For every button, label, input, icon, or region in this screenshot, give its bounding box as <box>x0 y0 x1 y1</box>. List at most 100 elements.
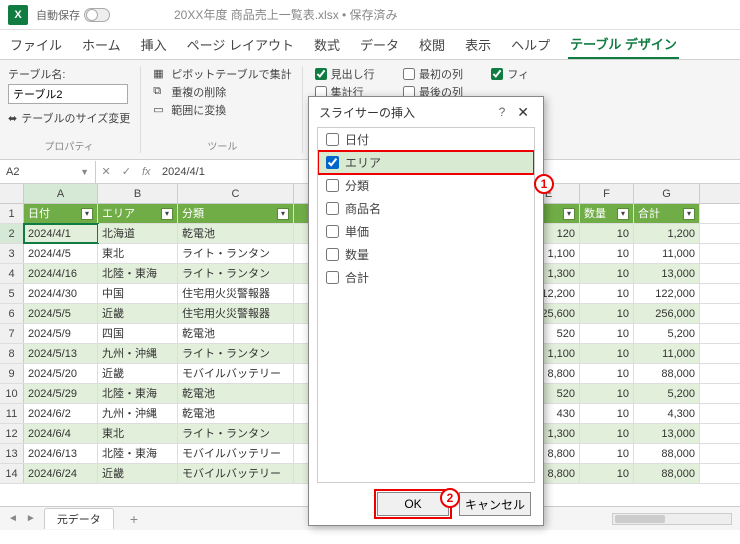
ribbon-tab-0[interactable]: ファイル <box>8 31 64 58</box>
ribbon-tab-6[interactable]: 校閲 <box>417 31 447 58</box>
row-header[interactable]: 14 <box>0 464 24 483</box>
sheet-nav-prev[interactable]: ◄ <box>8 513 18 524</box>
cell-area[interactable]: 北陸・東海 <box>98 384 178 403</box>
horizontal-scrollbar[interactable] <box>612 513 732 525</box>
cell-date[interactable]: 2024/5/20 <box>24 364 98 383</box>
cell-qty[interactable]: 10 <box>580 344 634 363</box>
ribbon-tab-1[interactable]: ホーム <box>80 31 123 58</box>
cancel-button[interactable]: キャンセル <box>459 492 531 516</box>
cell-total[interactable]: 88,000 <box>634 364 700 383</box>
th-date[interactable]: 日付▾ <box>24 204 98 223</box>
cell-area[interactable]: 東北 <box>98 244 178 263</box>
cell-total[interactable]: 11,000 <box>634 244 700 263</box>
cell-area[interactable]: 近畿 <box>98 364 178 383</box>
cell-category[interactable]: ライト・ランタン <box>178 244 294 263</box>
checkbox[interactable] <box>326 133 339 146</box>
cell-total[interactable]: 88,000 <box>634 444 700 463</box>
cell-category[interactable]: 住宅用火災警報器 <box>178 284 294 303</box>
slicer-field-4[interactable]: 単価 <box>318 220 534 243</box>
cell-date[interactable]: 2024/4/5 <box>24 244 98 263</box>
filter-dropdown-icon[interactable]: ▾ <box>617 208 629 220</box>
cell-qty[interactable]: 10 <box>580 444 634 463</box>
slicer-field-2[interactable]: 分類 <box>318 174 534 197</box>
slicer-field-5[interactable]: 数量 <box>318 243 534 266</box>
cell-date[interactable]: 2024/5/29 <box>24 384 98 403</box>
cell-date[interactable]: 2024/6/13 <box>24 444 98 463</box>
sheet-nav-next[interactable]: ► <box>26 513 36 524</box>
cell-category[interactable]: モバイルバッテリー <box>178 444 294 463</box>
ribbon-tab-7[interactable]: 表示 <box>463 31 493 58</box>
cell-area[interactable]: 東北 <box>98 424 178 443</box>
slicer-field-6[interactable]: 合計 <box>318 266 534 289</box>
enter-icon[interactable]: ✓ <box>122 165 131 178</box>
autosave[interactable]: 自動保存 <box>36 7 114 23</box>
pivot-button[interactable]: ▦ピボットテーブルで集計 <box>153 66 291 82</box>
cell-total[interactable]: 256,000 <box>634 304 700 323</box>
th-category[interactable]: 分類▾ <box>178 204 294 223</box>
filter-dropdown-icon[interactable]: ▾ <box>81 208 93 220</box>
col-F[interactable]: F <box>580 184 634 203</box>
torange-button[interactable]: ▭範囲に変換 <box>153 102 291 118</box>
row-header[interactable]: 7 <box>0 324 24 343</box>
filter-dropdown-icon[interactable]: ▾ <box>277 208 289 220</box>
cell-area[interactable]: 北陸・東海 <box>98 444 178 463</box>
filter-dropdown-icon[interactable]: ▾ <box>683 208 695 220</box>
sheet-tab[interactable]: 元データ <box>44 508 114 529</box>
select-all-corner[interactable] <box>0 184 24 203</box>
th-qty[interactable]: 数量▾ <box>580 204 634 223</box>
slicer-field-0[interactable]: 日付 <box>318 128 534 151</box>
row-header[interactable]: 5 <box>0 284 24 303</box>
cell-qty[interactable]: 10 <box>580 244 634 263</box>
chk-header-row[interactable]: 見出し行 <box>315 66 385 82</box>
filter-dropdown-icon[interactable]: ▾ <box>563 208 575 220</box>
cell-date[interactable]: 2024/4/1 <box>24 224 98 243</box>
cell-total[interactable]: 1,200 <box>634 224 700 243</box>
cell-date[interactable]: 2024/6/2 <box>24 404 98 423</box>
cell-qty[interactable]: 10 <box>580 404 634 423</box>
cell-qty[interactable]: 10 <box>580 424 634 443</box>
row-header[interactable]: 6 <box>0 304 24 323</box>
cell-date[interactable]: 2024/5/5 <box>24 304 98 323</box>
checkbox[interactable] <box>326 202 339 215</box>
cell-area[interactable]: 北陸・東海 <box>98 264 178 283</box>
cell-total[interactable]: 11,000 <box>634 344 700 363</box>
dialog-titlebar[interactable]: スライサーの挿入 ? ✕ <box>309 97 543 127</box>
chk-filter[interactable]: フィ <box>491 66 529 82</box>
chevron-down-icon[interactable]: ▼ <box>80 167 89 177</box>
cell-date[interactable]: 2024/6/24 <box>24 464 98 483</box>
cancel-icon[interactable]: ✕ <box>102 165 111 178</box>
row-header[interactable]: 3 <box>0 244 24 263</box>
cell-date[interactable]: 2024/5/13 <box>24 344 98 363</box>
cell-qty[interactable]: 10 <box>580 464 634 483</box>
ok-button[interactable]: OK <box>377 492 449 516</box>
cell-qty[interactable]: 10 <box>580 264 634 283</box>
cell-qty[interactable]: 10 <box>580 224 634 243</box>
cell-area[interactable]: 四国 <box>98 324 178 343</box>
autosave-toggle[interactable] <box>84 8 110 22</box>
cell-area[interactable]: 九州・沖縄 <box>98 344 178 363</box>
row-header[interactable]: 2 <box>0 224 24 243</box>
cell-qty[interactable]: 10 <box>580 324 634 343</box>
ribbon-tab-9[interactable]: テーブル デザイン <box>568 30 679 59</box>
cell-total[interactable]: 5,200 <box>634 384 700 403</box>
row-1-header[interactable]: 1 <box>0 204 24 223</box>
dedupe-button[interactable]: ⧉重複の削除 <box>153 84 291 100</box>
cell-qty[interactable]: 10 <box>580 384 634 403</box>
name-box[interactable]: A2▼ <box>0 161 96 183</box>
cell-category[interactable]: モバイルバッテリー <box>178 464 294 483</box>
th-total[interactable]: 合計▾ <box>634 204 700 223</box>
cell-total[interactable]: 5,200 <box>634 324 700 343</box>
cell-category[interactable]: 乾電池 <box>178 384 294 403</box>
fx-icon[interactable]: fx <box>142 166 151 178</box>
close-icon[interactable]: ✕ <box>513 104 533 121</box>
row-header[interactable]: 9 <box>0 364 24 383</box>
cell-category[interactable]: 乾電池 <box>178 404 294 423</box>
row-header[interactable]: 10 <box>0 384 24 403</box>
col-C[interactable]: C <box>178 184 294 203</box>
cell-total[interactable]: 13,000 <box>634 424 700 443</box>
col-G[interactable]: G <box>634 184 700 203</box>
ribbon-tab-3[interactable]: ページ レイアウト <box>185 31 296 58</box>
slicer-field-1[interactable]: エリア <box>318 151 534 174</box>
col-A[interactable]: A <box>24 184 98 203</box>
row-header[interactable]: 13 <box>0 444 24 463</box>
